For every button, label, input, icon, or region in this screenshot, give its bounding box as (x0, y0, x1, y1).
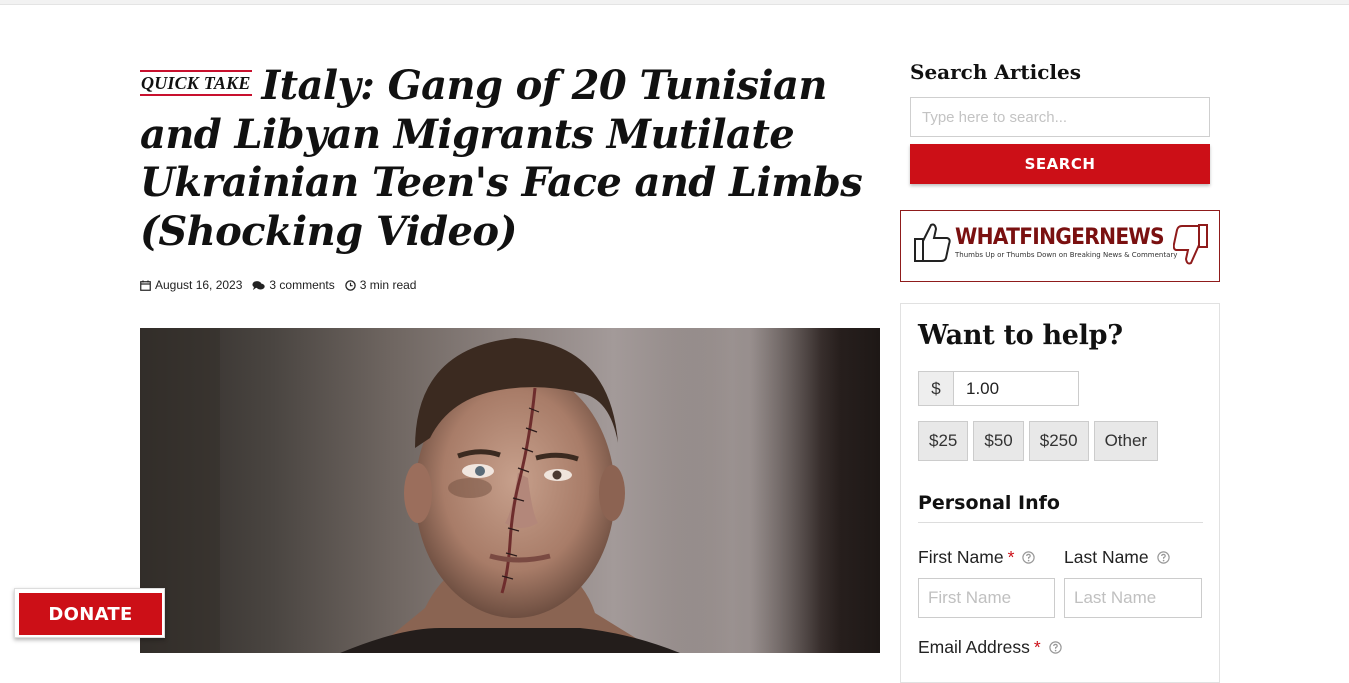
currency-symbol: $ (918, 371, 954, 406)
first-name-input[interactable] (918, 578, 1055, 618)
donation-form: Want to help? $ $25 $50 $250 Other Perso… (900, 303, 1220, 683)
whatfinger-tagline: Thumbs Up or Thumbs Down on Breaking New… (955, 251, 1178, 259)
comments-count[interactable]: 3 comments (269, 278, 334, 292)
whatfinger-logo-text: WHATFINGERNEWS (955, 225, 1165, 250)
first-name-label: First Name * (918, 547, 1036, 568)
help-icon[interactable] (1022, 551, 1036, 564)
last-name-label: Last Name (1064, 547, 1170, 568)
help-icon[interactable] (1156, 551, 1170, 564)
last-name-input[interactable] (1064, 578, 1202, 618)
comments-icon (252, 280, 266, 290)
level-button-250[interactable]: $250 (1028, 421, 1089, 461)
required-marker: * (1033, 637, 1041, 657)
clock-icon (345, 279, 356, 291)
article-header: QUICK TAKE Italy: Gang of 20 Tunisian and… (140, 62, 880, 256)
search-articles-title: Search Articles (910, 60, 1081, 84)
donation-title: Want to help? (918, 320, 1123, 351)
donation-levels: $25 $50 $250 Other (918, 421, 1159, 461)
meta-read-time: 3 min read (345, 278, 417, 292)
thumbs-down-icon (1173, 224, 1208, 265)
personal-info-title: Personal Info (918, 492, 1203, 523)
email-label: Email Address * (918, 637, 1062, 658)
amount-input[interactable] (954, 371, 1079, 406)
search-input[interactable] (910, 97, 1210, 137)
quick-take-badge[interactable]: QUICK TAKE (140, 70, 252, 96)
level-button-other[interactable]: Other (1093, 421, 1159, 461)
required-marker: * (1007, 547, 1015, 567)
email-label-text: Email Address (918, 637, 1030, 657)
search-button[interactable]: SEARCH (910, 144, 1210, 184)
article-title: QUICK TAKE Italy: Gang of 20 Tunisian and… (140, 62, 880, 256)
meta-date: August 16, 2023 (140, 278, 242, 292)
hero-photo (140, 328, 840, 653)
calendar-icon (140, 280, 151, 291)
donation-amount: $ (918, 371, 1079, 406)
read-time: 3 min read (359, 278, 417, 292)
donate-button[interactable]: DONATE (19, 593, 162, 635)
publish-date: August 16, 2023 (155, 278, 243, 292)
first-name-label-text: First Name (918, 547, 1004, 567)
level-button-25[interactable]: $25 (918, 421, 969, 461)
level-button-50[interactable]: $50 (973, 421, 1024, 461)
article-meta: August 16, 2023 3 comments 3 min read (140, 278, 416, 292)
hero-image (140, 328, 880, 653)
meta-comments[interactable]: 3 comments (252, 278, 335, 292)
help-icon[interactable] (1048, 641, 1062, 654)
thumbs-up-icon (914, 223, 951, 262)
last-name-label-text: Last Name (1064, 547, 1149, 567)
whatfinger-news-banner[interactable]: WHATFINGERNEWS Thumbs Up or Thumbs Down … (900, 210, 1220, 282)
top-bar (0, 0, 1349, 5)
floating-donate: DONATE (14, 588, 165, 638)
